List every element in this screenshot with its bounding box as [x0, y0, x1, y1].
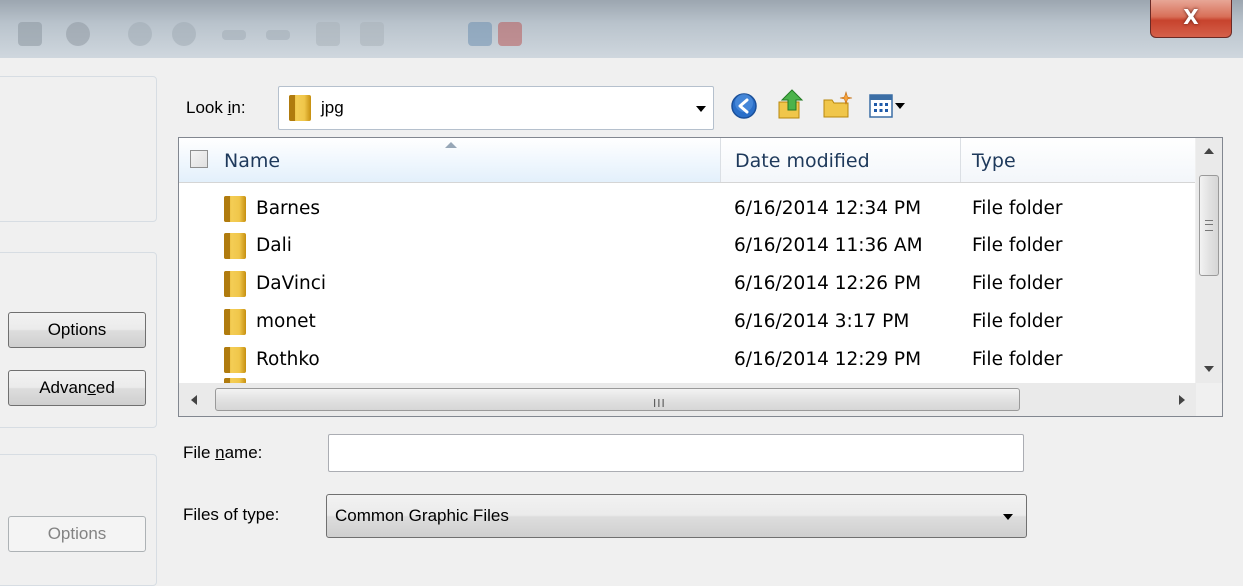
advanced-button[interactable]: Advanced [8, 370, 146, 406]
cut-icon [468, 22, 492, 46]
select-all-checkbox[interactable] [190, 150, 208, 168]
toolbar-ghost-icon [18, 22, 42, 46]
list-item[interactable]: Rothko 6/16/2014 12:29 PM File folder [179, 341, 1196, 379]
sort-ascending-icon [445, 142, 457, 148]
file-name-label: File name: [183, 443, 262, 463]
advanced-label-part: ed [95, 378, 115, 397]
look-in-label-part: Look [186, 98, 228, 117]
list-item-type: File folder [972, 349, 1063, 370]
list-item-date: 6/16/2014 12:29 PM [734, 349, 922, 370]
grip-icon: III [653, 397, 666, 410]
list-item[interactable]: DaVinci 6/16/2014 12:26 PM File folder [179, 265, 1196, 303]
file-name-label-part: File [183, 443, 216, 462]
delete-icon [498, 22, 522, 46]
scroll-up-icon[interactable] [1204, 148, 1214, 154]
look-in-label-part: n: [231, 98, 246, 117]
zoom-in-icon [128, 22, 152, 46]
files-of-type-dropdown[interactable]: Common Graphic Files [326, 494, 1027, 538]
list-item-date: 6/16/2014 12:34 PM [734, 198, 922, 219]
horizontal-scrollbar[interactable]: III [179, 383, 1196, 416]
file-list[interactable]: Name Date modified Type Barnes 6/16/2014… [178, 137, 1223, 417]
zoom-out-icon [172, 22, 196, 46]
scroll-down-icon[interactable] [1204, 366, 1214, 372]
gear-icon [66, 22, 90, 46]
folder-icon [224, 271, 246, 297]
list-item[interactable]: Dali 6/16/2014 11:36 AM File folder [179, 227, 1196, 265]
list-item-type: File folder [972, 235, 1063, 256]
file-name-label-part: ame: [224, 443, 263, 462]
chevron-down-icon [696, 106, 706, 112]
chevron-down-icon [1003, 514, 1013, 520]
list-item-type: File folder [972, 311, 1063, 332]
back-icon[interactable] [730, 92, 758, 120]
list-item[interactable]: Barnes 6/16/2014 12:34 PM File folder [179, 190, 1196, 228]
vertical-scrollbar[interactable] [1195, 138, 1222, 383]
list-item-date: 6/16/2014 3:17 PM [734, 311, 910, 332]
column-divider[interactable] [960, 138, 961, 182]
arrow-right-icon [266, 30, 290, 40]
files-of-type-label: Files of type: [183, 505, 280, 524]
file-name-accelerator-key: n [215, 443, 225, 462]
advanced-label-part: Advan [39, 378, 88, 397]
options-button[interactable]: Options [8, 312, 146, 348]
options-button-label: Options [47, 524, 107, 543]
list-item-name: Barnes [256, 198, 321, 219]
options-button-label: Options [47, 320, 107, 339]
list-item-name: monet [256, 311, 316, 332]
title-bar: X [0, 0, 1243, 58]
folder-icon [224, 233, 246, 259]
list-item-name: DaVinci [256, 273, 327, 294]
look-in-value: jpg [321, 98, 344, 117]
close-button[interactable]: X [1150, 0, 1232, 38]
list-item-date: 6/16/2014 11:36 AM [734, 235, 923, 256]
horizontal-scroll-thumb[interactable]: III [215, 388, 1020, 411]
column-header-name[interactable]: Name [179, 138, 721, 182]
scrollbar-corner [1196, 383, 1222, 416]
new-folder-icon[interactable] [822, 90, 854, 120]
look-in-label: Look in: [186, 98, 246, 118]
advanced-accelerator-key: c [87, 378, 96, 397]
options-button-disabled[interactable]: Options [8, 516, 146, 552]
list-item-name: Rothko [256, 349, 320, 370]
grip-icon [1205, 220, 1213, 231]
look-in-dropdown[interactable]: jpg [278, 86, 714, 130]
list-item-type: File folder [972, 198, 1063, 219]
folder-icon [289, 95, 311, 121]
list-item[interactable]: monet 6/16/2014 3:17 PM File folder [179, 303, 1196, 341]
list-item-type: File folder [972, 273, 1063, 294]
view-menu-icon[interactable] [868, 92, 906, 120]
list-item-name: Dali [256, 235, 292, 256]
folder-icon [224, 347, 246, 373]
vertical-scroll-thumb[interactable] [1199, 175, 1219, 276]
files-of-type-value: Common Graphic Files [335, 506, 509, 525]
column-header-date-modified[interactable]: Date modified [735, 150, 870, 172]
folder-icon [224, 196, 246, 222]
column-header-name-label: Name [224, 150, 281, 172]
left-panel-top [0, 76, 157, 222]
paste-icon [360, 22, 384, 46]
close-icon: X [1183, 5, 1199, 29]
scroll-right-icon[interactable] [1179, 395, 1185, 405]
file-name-field[interactable] [328, 434, 1024, 472]
column-header-type[interactable]: Type [972, 150, 1016, 172]
scroll-left-icon[interactable] [191, 395, 197, 405]
copy-icon [316, 22, 340, 46]
up-folder-icon[interactable] [776, 88, 806, 120]
arrow-left-icon [222, 30, 246, 40]
folder-icon [224, 309, 246, 335]
column-header-row: Name Date modified Type [179, 138, 1196, 183]
list-item-date: 6/16/2014 12:26 PM [734, 273, 922, 294]
